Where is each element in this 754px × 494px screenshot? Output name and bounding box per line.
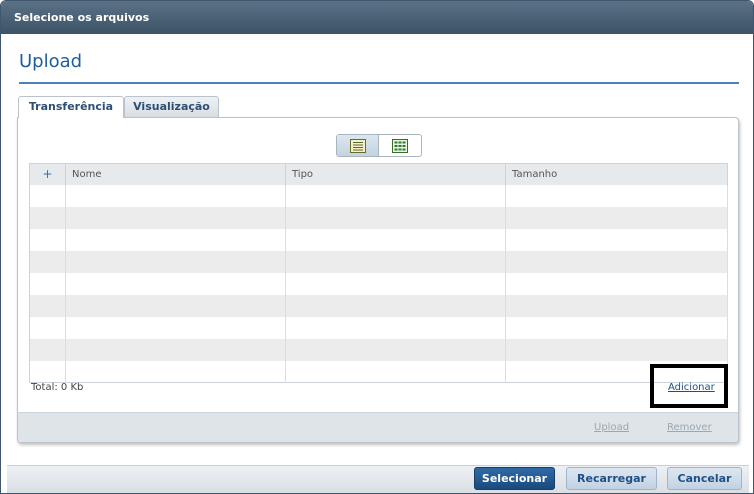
list-view-button[interactable] [337,135,380,156]
table-row [29,316,728,339]
add-column-header[interactable]: + [29,163,66,185]
file-table: + Nome Tipo Tamanho [29,163,728,383]
column-header-tamanho[interactable]: Tamanho [505,163,728,185]
column-header-tipo[interactable]: Tipo [285,163,506,185]
column-header-nome[interactable]: Nome [65,163,286,185]
table-row [29,250,728,273]
select-button[interactable]: Selecionar [474,467,555,490]
dialog-title: Selecione os arquivos [1,1,753,34]
page-title: Upload [19,51,83,72]
remove-link[interactable]: Remover [667,422,712,433]
table-row [29,206,728,229]
total-size: Total: 0 Kb [31,382,84,393]
grid-view-icon [392,138,408,153]
view-switch [336,134,422,157]
tab-visualizacao[interactable]: Visualização [124,96,219,117]
table-row [29,272,728,295]
reload-button[interactable]: Recarregar [566,467,657,490]
table-row [29,338,728,361]
title-divider [19,82,739,84]
tab-transferencia[interactable]: Transferência [18,96,124,118]
transfer-panel: + Nome Tipo Tamanho Total: 0 Kb Adiciona… [17,117,739,443]
upload-link[interactable]: Upload [594,422,629,433]
file-select-dialog: Selecione os arquivos Upload Transferênc… [0,0,754,494]
table-row [29,184,728,207]
list-view-icon [349,138,366,153]
table-row [29,294,728,317]
highlight-marker [650,364,728,408]
table-row [29,360,728,383]
cancel-button[interactable]: Cancelar [667,467,742,490]
table-header: + Nome Tipo Tamanho [29,163,728,185]
table-row [29,228,728,251]
table-body [29,184,728,383]
panel-footer: Upload Remover [18,412,738,442]
grid-view-button[interactable] [379,135,421,156]
